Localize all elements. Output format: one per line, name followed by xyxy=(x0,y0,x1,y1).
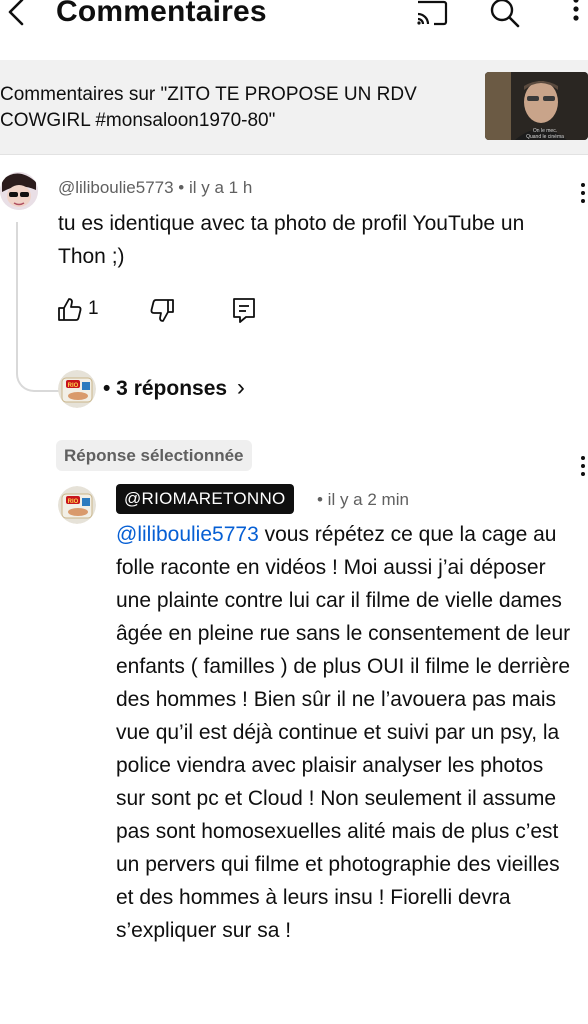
svg-text:RIO: RIO xyxy=(68,499,79,505)
comment-time: • il y a 1 h xyxy=(178,178,253,197)
page-title: Commentaires xyxy=(56,0,267,28)
back-icon[interactable] xyxy=(2,0,32,32)
avatar-image xyxy=(0,172,38,210)
comment-meta: @liliboulie5773 • il y a 1 h xyxy=(58,178,252,198)
reply-menu-icon[interactable] xyxy=(577,456,588,480)
app-header: Commentaires xyxy=(0,0,588,50)
reply-mention[interactable]: @liliboulie5773 xyxy=(116,523,259,546)
reply-author-handle[interactable]: @RIOMARETONNO xyxy=(116,484,294,514)
reply-author-avatar[interactable]: RIO xyxy=(58,486,96,524)
search-icon[interactable] xyxy=(484,0,524,32)
commenter-avatar[interactable] xyxy=(0,172,38,210)
selected-reply-chip: Réponse sélectionnée xyxy=(56,440,252,471)
comment-author[interactable]: @liliboulie5773 xyxy=(58,178,174,197)
thumbnail-caption: On le mec. Quand le cinéma etait... xyxy=(526,128,564,140)
reply-preview-avatar[interactable]: RIO xyxy=(58,370,96,408)
thread-connector xyxy=(16,222,62,392)
replies-count-label: • 3 réponses xyxy=(103,377,228,400)
reply-time: • il y a 2 min xyxy=(317,490,409,509)
rio-mare-logo: RIO xyxy=(58,370,96,408)
chevron-right-icon: › xyxy=(236,374,245,401)
svg-text:RIO: RIO xyxy=(68,383,79,389)
video-thumbnail[interactable]: On le mec. Quand le cinéma etait... xyxy=(485,72,588,140)
comment-text: tu es identique avec ta photo de profil … xyxy=(58,212,525,268)
reply-icon[interactable] xyxy=(230,296,258,324)
video-context-text: Commentaires sur "ZITO TE PROPOSE UN RDV… xyxy=(0,84,417,131)
reply-text: @liliboulie5773 vous répétez ce que la c… xyxy=(116,518,578,947)
more-icon[interactable] xyxy=(558,0,588,32)
video-context-bar[interactable]: Commentaires sur "ZITO TE PROPOSE UN RDV… xyxy=(0,60,588,155)
like-count: 1 xyxy=(88,298,99,319)
view-replies-link[interactable]: • 3 réponses › xyxy=(103,374,245,402)
cast-icon[interactable] xyxy=(412,0,452,32)
reply-body: vous répétez ce que la cage au folle rac… xyxy=(116,523,571,942)
dislike-icon[interactable] xyxy=(148,296,176,324)
rio-mare-logo: RIO xyxy=(58,486,96,524)
comment-menu-icon[interactable] xyxy=(577,183,588,207)
